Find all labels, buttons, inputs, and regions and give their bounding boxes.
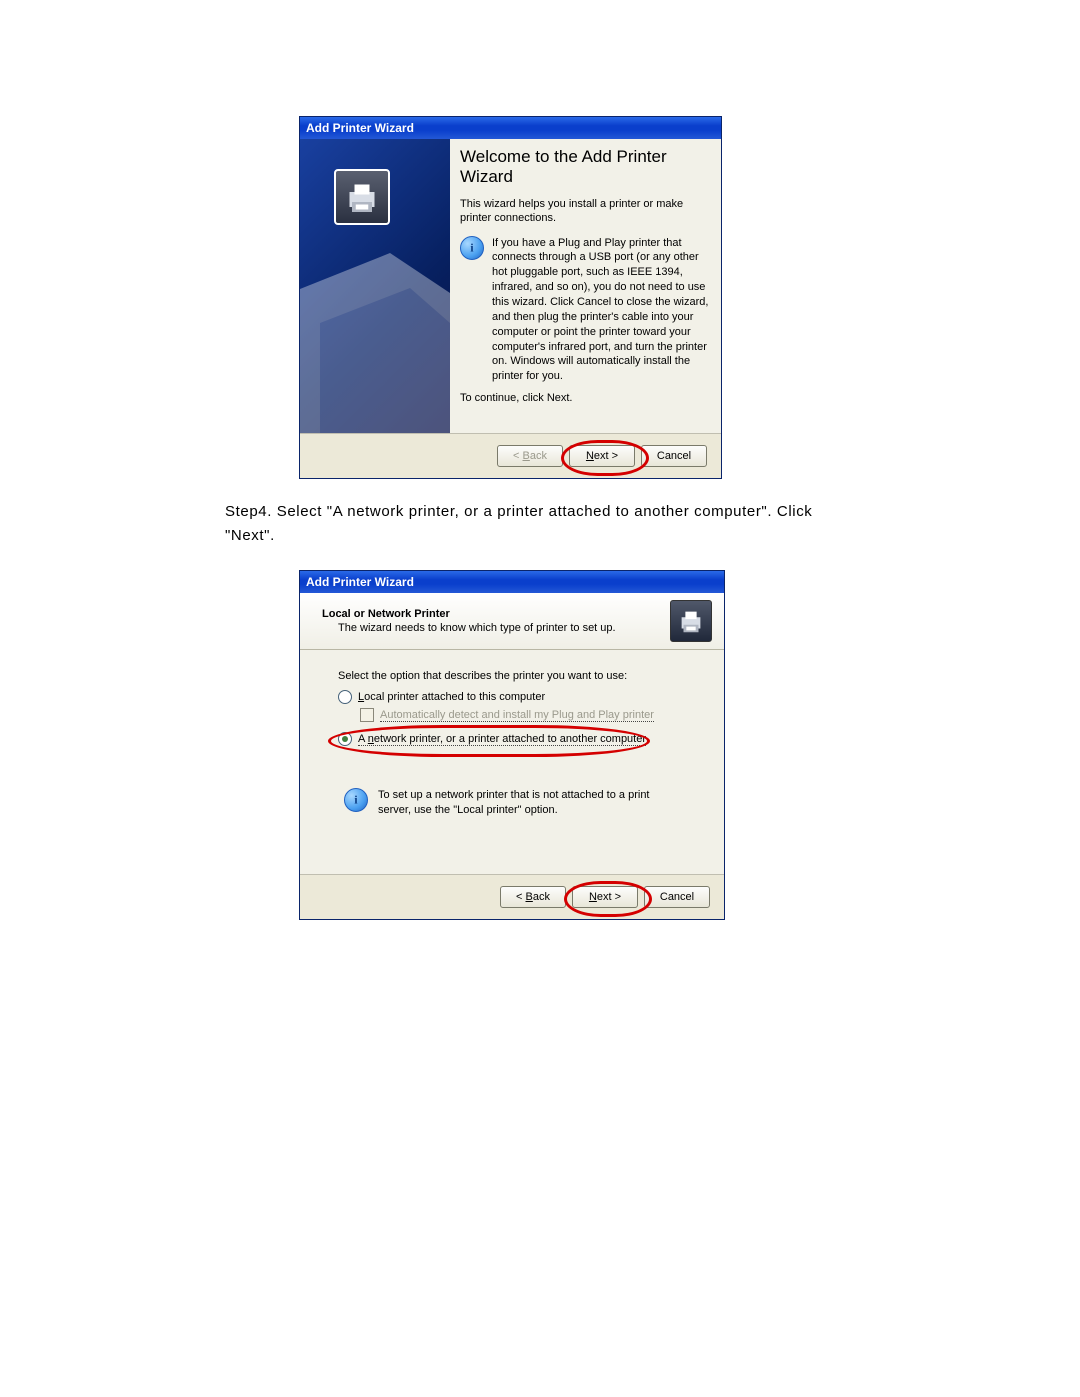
dialog1-info-text: If you have a Plug and Play printer that… (492, 236, 709, 384)
back-button-label: < Back (516, 891, 550, 903)
wizard-side-graphic (300, 139, 450, 433)
info-icon: i (460, 236, 484, 260)
dialog2-prompt: Select the option that describes the pri… (338, 670, 700, 682)
printer-icon-svg (342, 177, 382, 217)
next-button[interactable]: Next > (569, 445, 635, 467)
svg-text:i: i (354, 795, 357, 807)
dialog2-titlebar[interactable]: Add Printer Wizard (300, 571, 724, 593)
back-button[interactable]: < Back (500, 886, 566, 908)
radio-network[interactable] (338, 732, 352, 746)
printer-icon (334, 169, 390, 225)
dialog2-hint: To set up a network printer that is not … (378, 788, 678, 818)
option-network-label: A network printer, or a printer attached… (358, 733, 646, 746)
dialog1-heading: Welcome to the Add Printer Wizard (460, 147, 709, 187)
option-local-printer[interactable]: Local printer attached to this computer (338, 690, 700, 704)
info-icon: i (344, 788, 368, 812)
checkbox-auto-label: Automatically detect and install my Plug… (380, 709, 654, 722)
back-button-label: < Back (513, 450, 547, 462)
next-button-label: Next > (586, 450, 618, 462)
dialog2-subheading: The wizard needs to know which type of p… (338, 622, 658, 634)
option-network-printer[interactable]: A network printer, or a printer attached… (338, 732, 700, 746)
checkbox-icon (360, 708, 374, 722)
dialog1-title: Add Printer Wizard (306, 121, 414, 135)
dialog2-heading: Local or Network Printer (322, 608, 658, 620)
step4-text: Step4. Select "A network printer, or a p… (225, 500, 865, 548)
dialog1-titlebar[interactable]: Add Printer Wizard (300, 117, 721, 139)
next-button[interactable]: Next > (572, 886, 638, 908)
printer-header-icon (670, 600, 712, 642)
dialog1-intro: This wizard helps you install a printer … (460, 197, 709, 226)
side-panel-art (300, 233, 450, 433)
next-button-label: Next > (589, 891, 621, 903)
cancel-button[interactable]: Cancel (644, 886, 710, 908)
radio-local[interactable] (338, 690, 352, 704)
dialog2-title: Add Printer Wizard (306, 575, 414, 589)
dialog1-continue: To continue, click Next. (460, 392, 709, 404)
svg-text:i: i (470, 242, 473, 254)
back-button: < Back (497, 445, 563, 467)
cancel-button[interactable]: Cancel (641, 445, 707, 467)
checkbox-auto-detect: Automatically detect and install my Plug… (360, 708, 700, 722)
option-local-label: Local printer attached to this computer (358, 691, 545, 703)
